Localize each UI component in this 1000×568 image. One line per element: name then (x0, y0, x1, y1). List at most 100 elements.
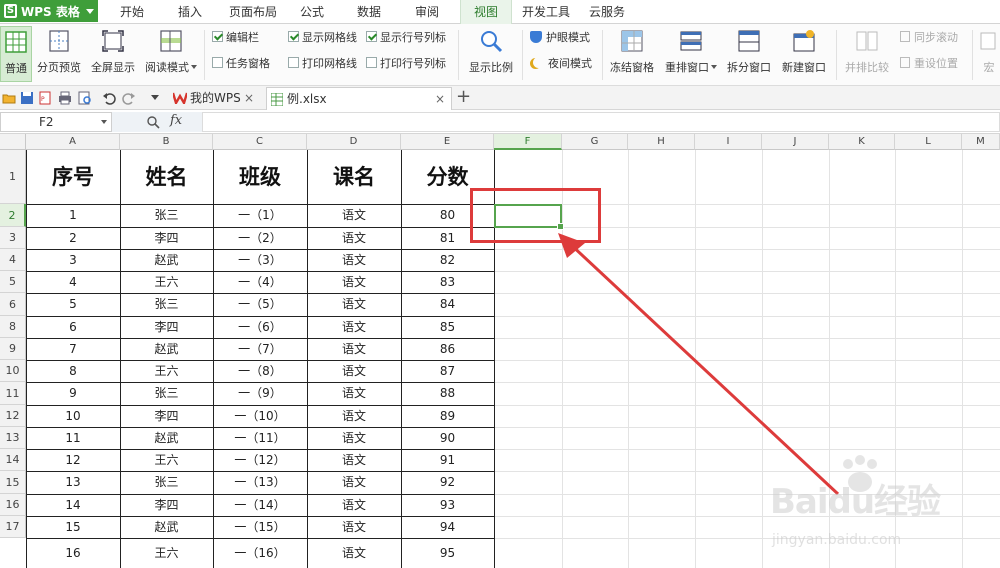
sync-scroll-icon (900, 31, 910, 42)
page-preview-label: 分页预览 (37, 61, 81, 74)
wps-logo-icon: S (4, 4, 17, 18)
formula-input[interactable] (202, 112, 1000, 132)
zoom-button[interactable]: 显示比例 (464, 26, 518, 82)
eye-mode-button[interactable]: 护眼模式 (530, 30, 590, 46)
tab-view[interactable]: 视图 (460, 0, 512, 25)
ribbon: 普通 分页预览 全屏显示 阅读模式 编辑栏 任务窗格 显示网格线 打印网格线 显… (0, 24, 1000, 86)
page-preview-icon (47, 29, 71, 53)
tab-data[interactable]: 数据 (346, 0, 392, 24)
tab-cloud[interactable]: 云服务 (584, 0, 630, 24)
shield-icon (530, 31, 542, 43)
night-mode-label: 夜间模式 (548, 57, 592, 70)
dropdown-arrow-icon (191, 65, 197, 69)
print-gridlines-label: 打印网格线 (302, 57, 357, 70)
doc-tab-example-xlsx[interactable]: 例.xlsx × (266, 87, 452, 110)
ribbon-divider (458, 30, 459, 80)
chevron-down-icon[interactable] (150, 94, 164, 108)
fullscreen-icon (101, 29, 125, 53)
edit-bar-label: 编辑栏 (226, 31, 259, 44)
task-pane-label: 任务窗格 (226, 57, 270, 70)
checkbox-unchecked-icon (288, 57, 299, 68)
wps-w-icon (173, 92, 187, 104)
split-window-button[interactable]: 拆分窗口 (724, 26, 774, 82)
save-icon[interactable] (20, 91, 34, 105)
doc-tab-my-wps[interactable]: 我的WPS × (170, 87, 260, 110)
formula-tools: fx (112, 112, 202, 132)
moon-icon (533, 57, 544, 68)
checkbox-checked-icon (288, 31, 299, 42)
export-pdf-icon[interactable]: P (38, 91, 52, 105)
new-window-button[interactable]: 新建窗口 (778, 26, 830, 82)
open-folder-icon[interactable] (2, 91, 16, 105)
split-window-icon (737, 29, 761, 53)
redo-icon[interactable] (122, 91, 136, 105)
function-fx-icon[interactable]: fx (170, 113, 182, 128)
reading-mode-button[interactable]: 阅读模式 (142, 26, 200, 82)
print-icon[interactable] (58, 91, 72, 105)
dropdown-arrow-icon (711, 65, 717, 69)
new-window-icon (792, 29, 816, 53)
freeze-panes-button[interactable]: 冻结窗格 (606, 26, 658, 82)
show-gridlines-checkbox[interactable]: 显示网格线 (288, 30, 357, 46)
reading-mode-label: 阅读模式 (145, 61, 189, 74)
tab-developer[interactable]: 开发工具 (518, 0, 574, 24)
tab-insert[interactable]: 插入 (166, 0, 214, 24)
freeze-panes-label: 冻结窗格 (610, 61, 654, 74)
show-gridlines-label: 显示网格线 (302, 31, 357, 44)
chevron-down-icon (101, 120, 107, 124)
side-by-side-icon (855, 29, 879, 53)
tab-review[interactable]: 审阅 (404, 0, 450, 24)
show-rowcol-checkbox[interactable]: 显示行号列标 (366, 30, 446, 46)
checkbox-unchecked-icon (212, 57, 223, 68)
normal-view-button[interactable]: 普通 (0, 26, 32, 82)
tab-home[interactable]: 开始 (108, 0, 156, 24)
page-preview-button[interactable]: 分页预览 (34, 26, 84, 82)
split-window-label: 拆分窗口 (727, 61, 771, 74)
svg-text:P: P (41, 96, 45, 103)
print-rowcol-checkbox[interactable]: 打印行号列标 (366, 56, 446, 72)
eye-mode-label: 护眼模式 (546, 31, 590, 44)
app-title: WPS 表格 (21, 4, 80, 19)
print-preview-icon[interactable] (78, 91, 92, 105)
checkbox-checked-icon (366, 31, 377, 42)
normal-view-icon (4, 30, 28, 54)
app-menu-button[interactable]: S WPS 表格 (0, 0, 98, 22)
normal-view-label: 普通 (5, 62, 27, 75)
spreadsheet-grid[interactable]: ABCDEFGHIJKLM 1 2 3 4 5 6 8 9 10 11 12 13 14 15 16 17 序… (0, 134, 1000, 568)
tab-page-layout[interactable]: 页面布局 (224, 0, 282, 24)
new-tab-plus-icon[interactable]: + (456, 87, 471, 107)
reading-mode-icon (159, 29, 183, 53)
fullscreen-button[interactable]: 全屏显示 (88, 26, 138, 82)
freeze-panes-icon (620, 29, 644, 53)
print-gridlines-checkbox[interactable]: 打印网格线 (288, 56, 357, 72)
macro-icon (978, 29, 1000, 53)
baidu-watermark: Baidu经验 jingyan.baidu.com (770, 454, 990, 564)
edit-bar-checkbox[interactable]: 编辑栏 (212, 30, 259, 46)
close-icon[interactable]: × (244, 87, 254, 109)
show-rowcol-label: 显示行号列标 (380, 31, 446, 44)
sync-scroll-label: 同步滚动 (914, 31, 958, 44)
macro-button[interactable]: 宏 (978, 26, 1000, 82)
new-window-label: 新建窗口 (782, 61, 826, 74)
name-box-value: F2 (39, 115, 54, 129)
ribbon-divider (204, 30, 205, 80)
spreadsheet-file-icon (271, 93, 283, 106)
menu-bar: S WPS 表格 开始 插入 页面布局 公式 数据 审阅 视图 开发工具 云服务 (0, 0, 1000, 25)
search-icon[interactable] (146, 115, 160, 129)
task-pane-checkbox[interactable]: 任务窗格 (212, 56, 270, 72)
rearrange-windows-button[interactable]: 重排窗口 (662, 26, 720, 82)
print-rowcol-label: 打印行号列标 (380, 57, 446, 70)
night-mode-button[interactable]: 夜间模式 (530, 56, 592, 72)
watermark-url: jingyan.baidu.com (772, 532, 902, 548)
undo-icon[interactable] (102, 91, 116, 105)
side-by-side-button[interactable]: 并排比较 (842, 26, 892, 82)
zoom-label: 显示比例 (469, 61, 513, 74)
sync-scroll-button[interactable]: 同步滚动 (900, 30, 958, 46)
reset-position-button[interactable]: 重设位置 (900, 56, 958, 72)
quick-access-bar: P 我的WPS × 例.xlsx × + (0, 86, 1000, 110)
ribbon-divider (602, 30, 603, 80)
name-box[interactable]: F2 (0, 112, 112, 132)
doc-tab-label: 例.xlsx (287, 92, 327, 106)
tab-formula[interactable]: 公式 (292, 0, 332, 24)
close-icon[interactable]: × (435, 88, 445, 110)
